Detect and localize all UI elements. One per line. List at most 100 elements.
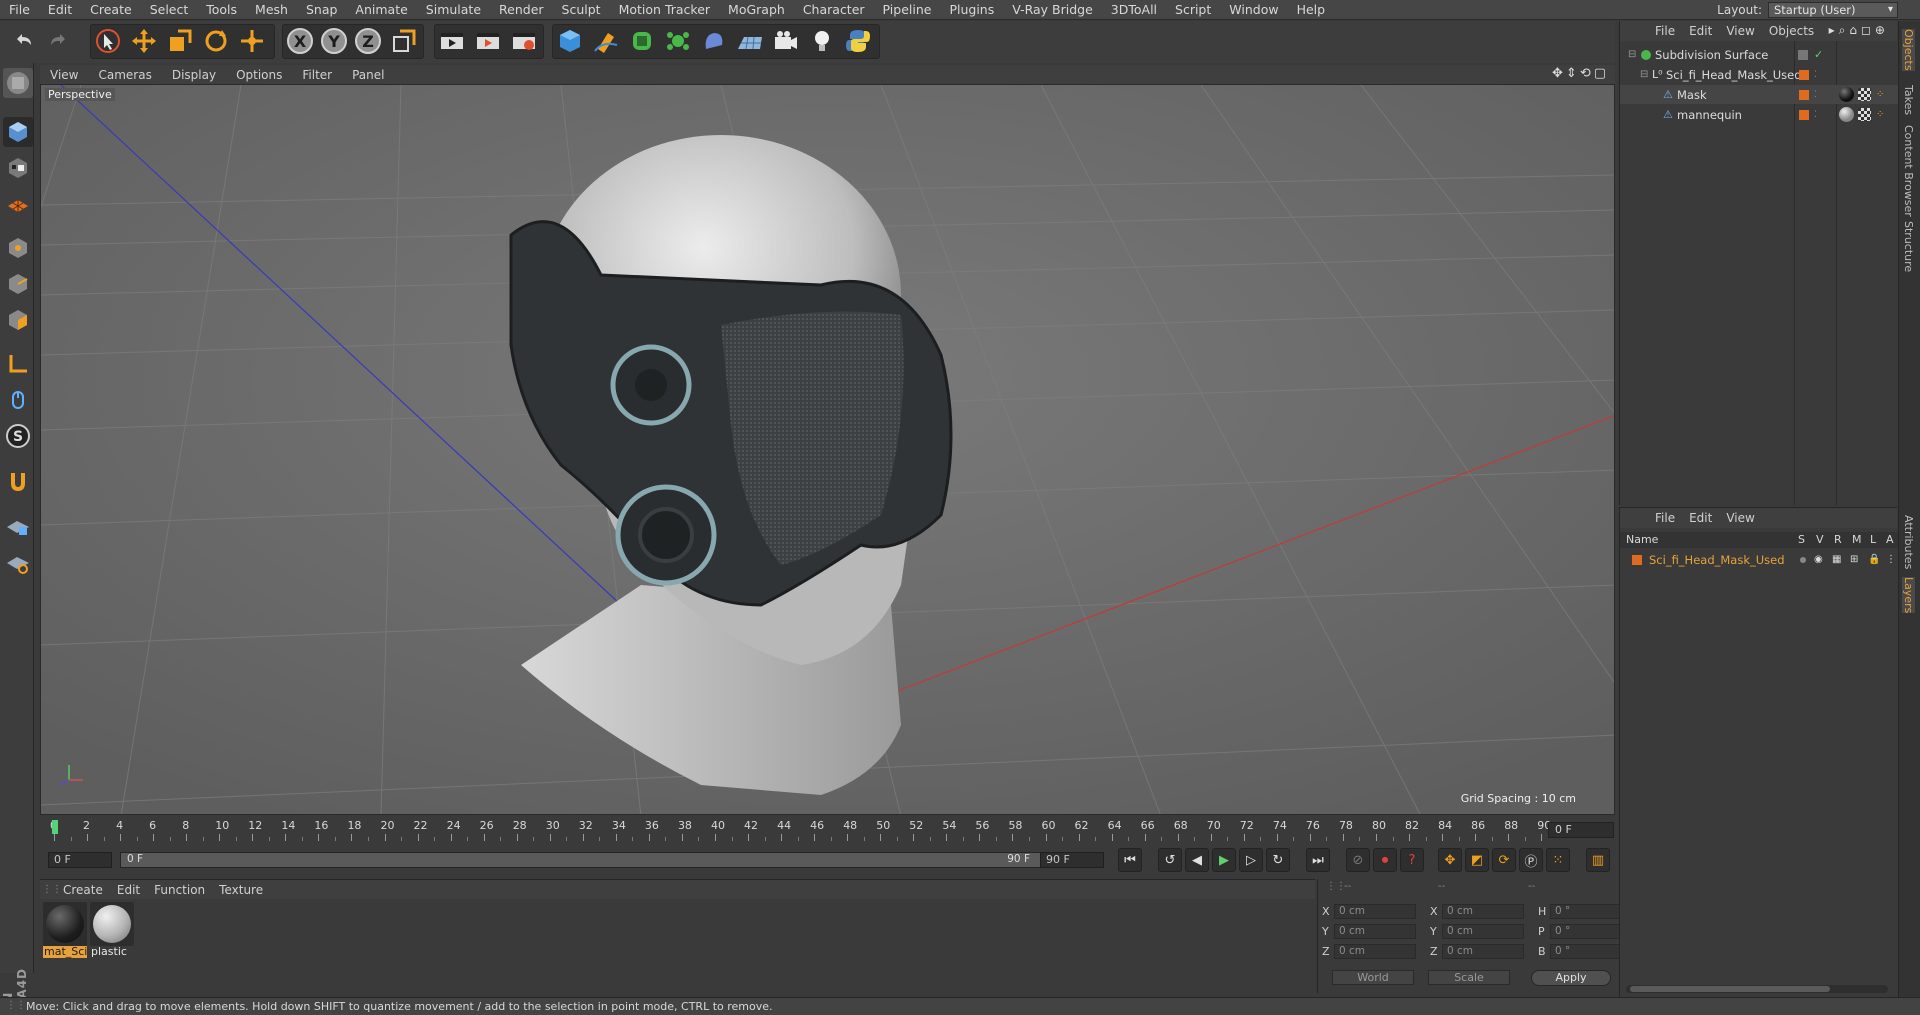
side-tab-objects[interactable]: Objects [1902, 29, 1915, 71]
key-parameter-button[interactable]: Ⓟ [1519, 848, 1543, 872]
viewport-nav-icons[interactable]: ✥⇕⟲▢ [1552, 66, 1609, 81]
frame-range-slider[interactable]: 0 F 90 F [120, 852, 1045, 868]
y-axis-button[interactable]: Y [318, 25, 350, 57]
axis-mode-button[interactable] [3, 349, 33, 379]
timeline-ruler[interactable]: 0246810121416182022242628303234363840424… [40, 818, 1615, 842]
viewport-camera-label[interactable]: Perspective [45, 88, 115, 101]
solo-button[interactable]: S [3, 421, 33, 451]
visibility-dots-icon[interactable]: ⁚ [1814, 70, 1817, 80]
menu-plugins[interactable]: Plugins [940, 0, 1003, 20]
menu-mograph[interactable]: MoGraph [719, 0, 794, 20]
play-button[interactable]: ▶ [1212, 848, 1236, 872]
viewport-menu-display[interactable]: Display [162, 68, 226, 82]
eye-icon[interactable]: ◉ [1814, 554, 1823, 565]
viewport-menu-cameras[interactable]: Cameras [88, 68, 161, 82]
timeline-playhead[interactable] [52, 820, 58, 834]
keyframe-selection-button[interactable]: ? [1400, 848, 1424, 872]
menu-vray-bridge[interactable]: V-Ray Bridge [1003, 0, 1102, 20]
layout-select[interactable]: Startup (User) [1768, 2, 1898, 18]
position-x-field[interactable]: 0 cm [1334, 903, 1416, 919]
make-editable-button[interactable] [3, 68, 33, 98]
planar-workplane-button[interactable] [3, 547, 33, 577]
mograph-cloner-button[interactable] [662, 25, 694, 57]
menu-script[interactable]: Script [1166, 0, 1220, 20]
undo-button[interactable] [8, 25, 40, 57]
cube-button[interactable] [554, 25, 586, 57]
object-row-subdivision-surface[interactable]: ⊟ Subdivision Surface ✓ [1620, 45, 1898, 64]
go-to-end-button[interactable]: ⏭ [1306, 848, 1330, 872]
visibility-dots-icon[interactable]: ⁚ [1814, 110, 1817, 120]
layer-color-icon[interactable] [1799, 109, 1809, 120]
side-tab-structure[interactable]: Structure [1902, 221, 1915, 272]
objects-menu-file[interactable]: File [1648, 24, 1682, 38]
tweak-mode-button[interactable] [3, 385, 33, 415]
render-picture-viewer-button[interactable] [472, 25, 504, 57]
visibility-dots-icon[interactable] [1798, 49, 1808, 60]
edges-mode-button[interactable] [3, 269, 33, 299]
material-menu-texture[interactable]: Texture [212, 883, 270, 897]
position-z-field[interactable]: 0 cm [1334, 943, 1416, 959]
object-row-mask[interactable]: ⚠ Mask ⁚ ⁘ [1620, 85, 1898, 104]
side-tab-content-browser[interactable]: Content Browser [1902, 125, 1915, 217]
deformer-button[interactable] [698, 25, 730, 57]
redo-button[interactable] [42, 25, 74, 57]
current-frame-field[interactable]: 0 F [1548, 822, 1614, 838]
key-scale-button[interactable]: ◩ [1465, 848, 1489, 872]
menu-simulate[interactable]: Simulate [417, 0, 490, 20]
menu-render[interactable]: Render [490, 0, 553, 20]
menu-3dtoall[interactable]: 3DToAll [1102, 0, 1166, 20]
texture-tag-icon[interactable] [1858, 88, 1871, 101]
viewport-menu-view[interactable]: View [40, 68, 88, 82]
camera-button[interactable] [770, 25, 802, 57]
pen-spline-button[interactable] [590, 25, 622, 57]
material-swatch-plastic[interactable]: plastic [90, 902, 134, 958]
menu-create[interactable]: Create [81, 0, 141, 20]
layers-menu-file[interactable]: File [1648, 511, 1682, 525]
menu-sculpt[interactable]: Sculpt [553, 0, 610, 20]
polygons-mode-button[interactable] [3, 305, 33, 335]
menu-snap[interactable]: Snap [297, 0, 346, 20]
scale-tool-button[interactable] [164, 25, 196, 57]
solo-dot-icon[interactable] [1800, 556, 1806, 563]
side-tab-attributes[interactable]: Attributes [1902, 515, 1915, 569]
render-clapper-icon[interactable]: ▦ [1832, 554, 1841, 565]
recent-tool-button[interactable] [236, 25, 268, 57]
coordinate-space-select[interactable]: World [1332, 970, 1414, 985]
workplane-mode-button[interactable] [3, 189, 33, 219]
coords-grip-icon[interactable]: ⋮⋮ [1326, 881, 1346, 892]
layer-row[interactable]: Sci_fi_Head_Mask_Used ◉ ▦ ⊞ 🔒 ⋮ [1620, 550, 1898, 569]
live-selection-button[interactable] [92, 25, 124, 57]
size-x-field[interactable]: 0 cm [1442, 903, 1524, 919]
timeline-window-button[interactable]: ▥ [1586, 848, 1610, 872]
x-axis-button[interactable]: X [284, 25, 316, 57]
menu-mesh[interactable]: Mesh [246, 0, 297, 20]
python-button[interactable] [842, 25, 874, 57]
scrollbar-thumb[interactable] [1630, 986, 1830, 992]
record-keys-button[interactable]: ⊘ [1346, 848, 1370, 872]
object-row-mannequin[interactable]: ⚠ mannequin ⁚ ⁘ [1620, 105, 1898, 124]
enabled-check-icon[interactable]: ✓ [1814, 48, 1823, 61]
side-tab-takes[interactable]: Takes [1902, 85, 1915, 115]
layers-menu-edit[interactable]: Edit [1682, 511, 1719, 525]
key-position-button[interactable]: ✥ [1438, 848, 1462, 872]
menu-edit[interactable]: Edit [39, 0, 81, 20]
end-frame-field[interactable]: 90 F [1040, 852, 1104, 868]
coordinate-system-button[interactable] [388, 25, 420, 57]
menu-character[interactable]: Character [794, 0, 874, 20]
material-swatch-mat-sci[interactable]: mat_Sci [43, 902, 87, 958]
menu-help[interactable]: Help [1288, 0, 1335, 20]
tree-collapse-icon[interactable]: ⊟ [1640, 69, 1648, 80]
locked-workplane-button[interactable] [3, 511, 33, 541]
snap-button[interactable] [3, 467, 33, 497]
lock-icon[interactable]: 🔒 [1868, 554, 1880, 565]
z-axis-button[interactable]: Z [352, 25, 384, 57]
menu-motion-tracker[interactable]: Motion Tracker [610, 0, 719, 20]
layer-horizontal-scrollbar[interactable] [1626, 985, 1888, 993]
viewport-menu-filter[interactable]: Filter [292, 68, 342, 82]
next-key-button[interactable]: ↻ [1266, 848, 1290, 872]
menu-window[interactable]: Window [1220, 0, 1287, 20]
grip-icon[interactable]: ⋮⋮ [42, 884, 62, 895]
menu-pipeline[interactable]: Pipeline [874, 0, 941, 20]
material-tag-black-icon[interactable] [1839, 87, 1854, 102]
go-to-start-button[interactable]: ⏮ [1118, 848, 1142, 872]
